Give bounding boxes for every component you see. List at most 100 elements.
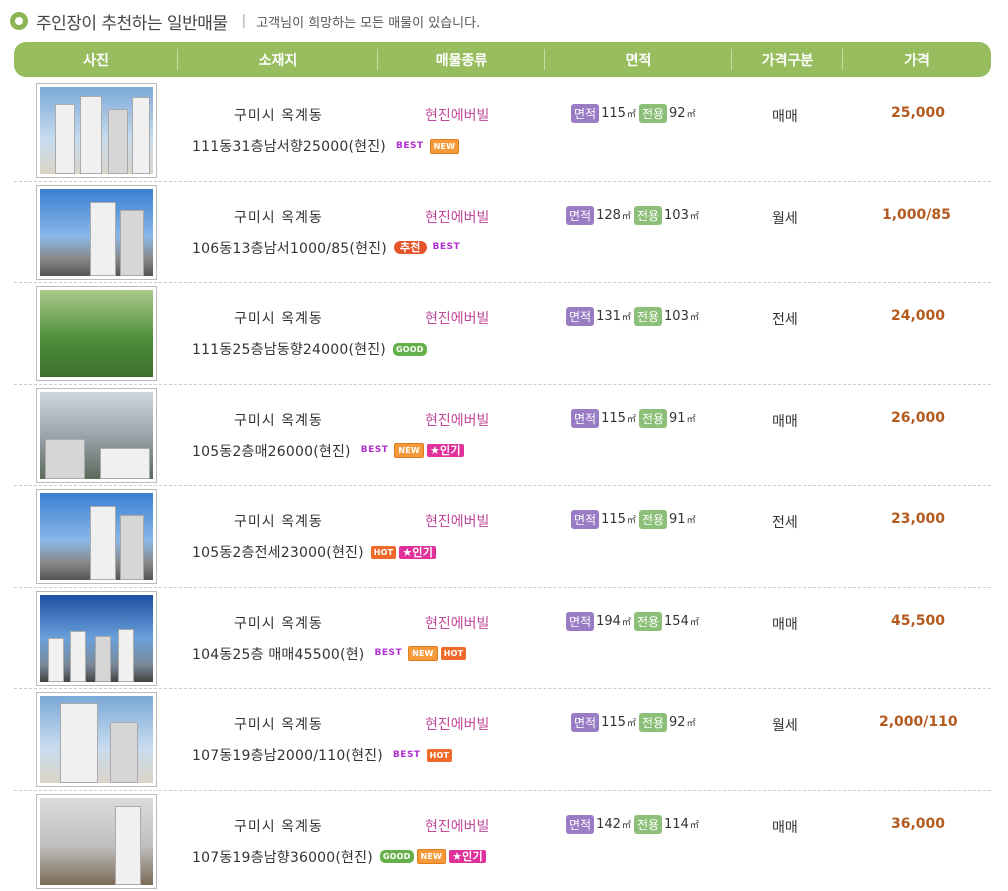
listing-photo[interactable]	[36, 184, 157, 280]
area-unit: ㎡	[686, 719, 696, 729]
description-text[interactable]: 111동25층남동향24000(현진)	[192, 339, 386, 359]
col-location: 소재지	[178, 42, 378, 77]
listing-description[interactable]: 105동2층전세23000(현진) HOT ★인기	[192, 542, 439, 562]
listing-description[interactable]: 105동2층매26000(현진) BEST NEW ★인기	[192, 441, 467, 461]
area-total-tag: 면적	[566, 814, 595, 834]
area-total-value: 115	[601, 715, 626, 730]
listing-photo[interactable]	[36, 590, 157, 686]
listing-description[interactable]: 107동19층남2000/110(현진) BEST HOT	[192, 745, 455, 765]
listing-description[interactable]: 107동19층남향36000(현진) GOOD NEW ★인기	[192, 847, 489, 867]
listing-deal-type: 매매	[772, 109, 798, 125]
listing-type[interactable]: 현진에버빌	[425, 105, 489, 125]
col-deal: 가격구분	[732, 42, 843, 77]
best-badge: BEST	[432, 242, 461, 252]
listing-type[interactable]: 현진에버빌	[425, 816, 489, 836]
listing-type[interactable]: 현진에버빌	[425, 714, 489, 734]
listing-description[interactable]: 104동25층 매매45500(현) BEST NEW HOT	[192, 644, 469, 664]
table-row[interactable]: 구미시 옥계동 현진에버빌 면적 128 ㎡ 전용 103 ㎡ 월세 1,000/85 …	[14, 182, 991, 283]
area-exclusive-value: 91	[669, 410, 686, 426]
area-total-value: 194	[596, 613, 621, 629]
new-badge: NEW	[408, 646, 438, 661]
area-exclusive-tag: 전용	[633, 611, 663, 631]
listing-price: 24,000	[891, 308, 946, 324]
listing-photo[interactable]	[36, 83, 157, 178]
description-text[interactable]: 111동31층남서향25000(현진)	[192, 136, 386, 156]
best-badge: BEST	[374, 648, 403, 658]
table-header: 사진 소재지 매물종류 면적 가격구분 가격	[14, 42, 991, 77]
table-row[interactable]: 구미시 옥계동 현진에버빌 면적 115 ㎡ 전용 92 ㎡ 월세 2,000/110 …	[14, 689, 991, 791]
listing-photo[interactable]	[36, 793, 157, 889]
col-type: 매물종류	[378, 42, 545, 77]
listing-description[interactable]: 106동13층남서1000/85(현진) 추천 BEST	[192, 238, 466, 258]
description-text[interactable]: 105동2층전세23000(현진)	[192, 542, 364, 562]
listing-location: 구미시 옥계동	[234, 717, 323, 733]
listing-type[interactable]: 현진에버빌	[425, 207, 489, 227]
listing-deal-type: 매매	[772, 413, 798, 430]
area-unit: ㎡	[626, 719, 636, 729]
listing-price: 36,000	[891, 815, 946, 832]
area-exclusive-tag: 전용	[633, 205, 663, 225]
area-unit: ㎡	[689, 820, 699, 831]
listing-type[interactable]: 현진에버빌	[425, 308, 489, 328]
listing-price: 26,000	[891, 409, 946, 426]
listing-area: 면적 115 ㎡ 전용 91 ㎡	[571, 510, 696, 529]
table-row[interactable]: 구미시 옥계동 현진에버빌 면적 115 ㎡ 전용 92 ㎡ 매매 25,000 111…	[14, 80, 991, 182]
area-exclusive-tag: 전용	[638, 713, 668, 732]
area-total-tag: 면적	[571, 510, 600, 529]
description-text[interactable]: 107동19층남2000/110(현진)	[192, 745, 383, 765]
description-text[interactable]: 106동13층남서1000/85(현진)	[192, 238, 387, 258]
popular-badge: ★인기	[426, 444, 464, 457]
listing-location: 구미시 옥계동	[234, 108, 323, 124]
bullet-icon	[10, 12, 28, 30]
apartment-photo	[40, 290, 153, 377]
description-text[interactable]: 107동19층남향36000(현진)	[192, 847, 373, 867]
listing-area: 면적 128 ㎡ 전용 103 ㎡	[566, 205, 699, 225]
listing-deal-type: 전세	[772, 515, 798, 531]
area-total-value: 115	[601, 106, 626, 121]
listing-location: 구미시 옥계동	[234, 209, 323, 226]
listing-type[interactable]: 현진에버빌	[425, 613, 489, 633]
table-row[interactable]: 구미시 옥계동 현진에버빌 면적 115 ㎡ 전용 91 ㎡ 매매 26,000 105…	[14, 385, 991, 486]
title-main: 주인장이 추천하는 일반매물	[36, 13, 228, 34]
area-exclusive-value: 91	[669, 512, 686, 527]
apartment-photo	[40, 797, 153, 885]
table-row[interactable]: 구미시 옥계동 현진에버빌 면적 131 ㎡ 전용 103 ㎡ 전세 24,000 11…	[14, 283, 991, 385]
table-row[interactable]: 구미시 옥계동 현진에버빌 면적 194 ㎡ 전용 154 ㎡ 매매 45,500 10…	[14, 588, 991, 689]
area-exclusive-value: 103	[664, 207, 689, 223]
hot-badge: HOT	[426, 748, 453, 762]
area-unit: ㎡	[626, 516, 636, 526]
listing-area: 면적 115 ㎡ 전용 92 ㎡	[571, 713, 696, 732]
listing-description[interactable]: 111동31층남서향25000(현진) BEST NEW	[192, 136, 462, 156]
table-row[interactable]: 구미시 옥계동 현진에버빌 면적 115 ㎡ 전용 91 ㎡ 전세 23,000 105…	[14, 486, 991, 588]
area-exclusive-value: 114	[664, 816, 689, 832]
listing-photo[interactable]	[36, 489, 157, 584]
section-title: 주인장이 추천하는 일반매물 | 고객님이 희망하는 모든 매물이 있습니다.	[10, 8, 480, 34]
listing-table: 구미시 옥계동 현진에버빌 면적 115 ㎡ 전용 92 ㎡ 매매 25,000 111…	[14, 80, 991, 891]
listing-type[interactable]: 현진에버빌	[425, 410, 489, 430]
area-total-tag: 면적	[571, 104, 600, 123]
description-text[interactable]: 104동25층 매매45500(현)	[192, 644, 364, 664]
hot-badge: HOT	[370, 545, 397, 559]
area-exclusive-tag: 전용	[633, 814, 663, 834]
area-unit: ㎡	[686, 516, 696, 526]
listing-description[interactable]: 111동25층남동향24000(현진) GOOD	[192, 339, 430, 359]
listing-type[interactable]: 현진에버빌	[425, 511, 489, 531]
listing-deal-type: 매매	[772, 616, 798, 633]
area-exclusive-tag: 전용	[638, 408, 668, 428]
listing-deal-type: 매매	[772, 819, 798, 836]
table-row[interactable]: 구미시 옥계동 현진에버빌 면적 142 ㎡ 전용 114 ㎡ 매매 36,000 10…	[14, 791, 991, 891]
area-exclusive-value: 92	[669, 715, 686, 730]
listing-area: 면적 131 ㎡ 전용 103 ㎡	[566, 307, 699, 326]
listing-photo[interactable]	[36, 286, 157, 381]
good-badge: GOOD	[379, 850, 414, 863]
area-total-value: 115	[601, 512, 626, 527]
area-unit: ㎡	[621, 211, 631, 222]
listing-photo[interactable]	[36, 387, 157, 483]
description-text[interactable]: 105동2층매26000(현진)	[192, 441, 351, 461]
listing-photo[interactable]	[36, 692, 157, 787]
title-subtitle: 고객님이 희망하는 모든 매물이 있습니다.	[256, 15, 481, 31]
area-unit: ㎡	[689, 313, 699, 323]
listing-price: 23,000	[891, 511, 946, 527]
apartment-photo	[40, 696, 153, 783]
listing-location: 구미시 옥계동	[234, 311, 323, 327]
